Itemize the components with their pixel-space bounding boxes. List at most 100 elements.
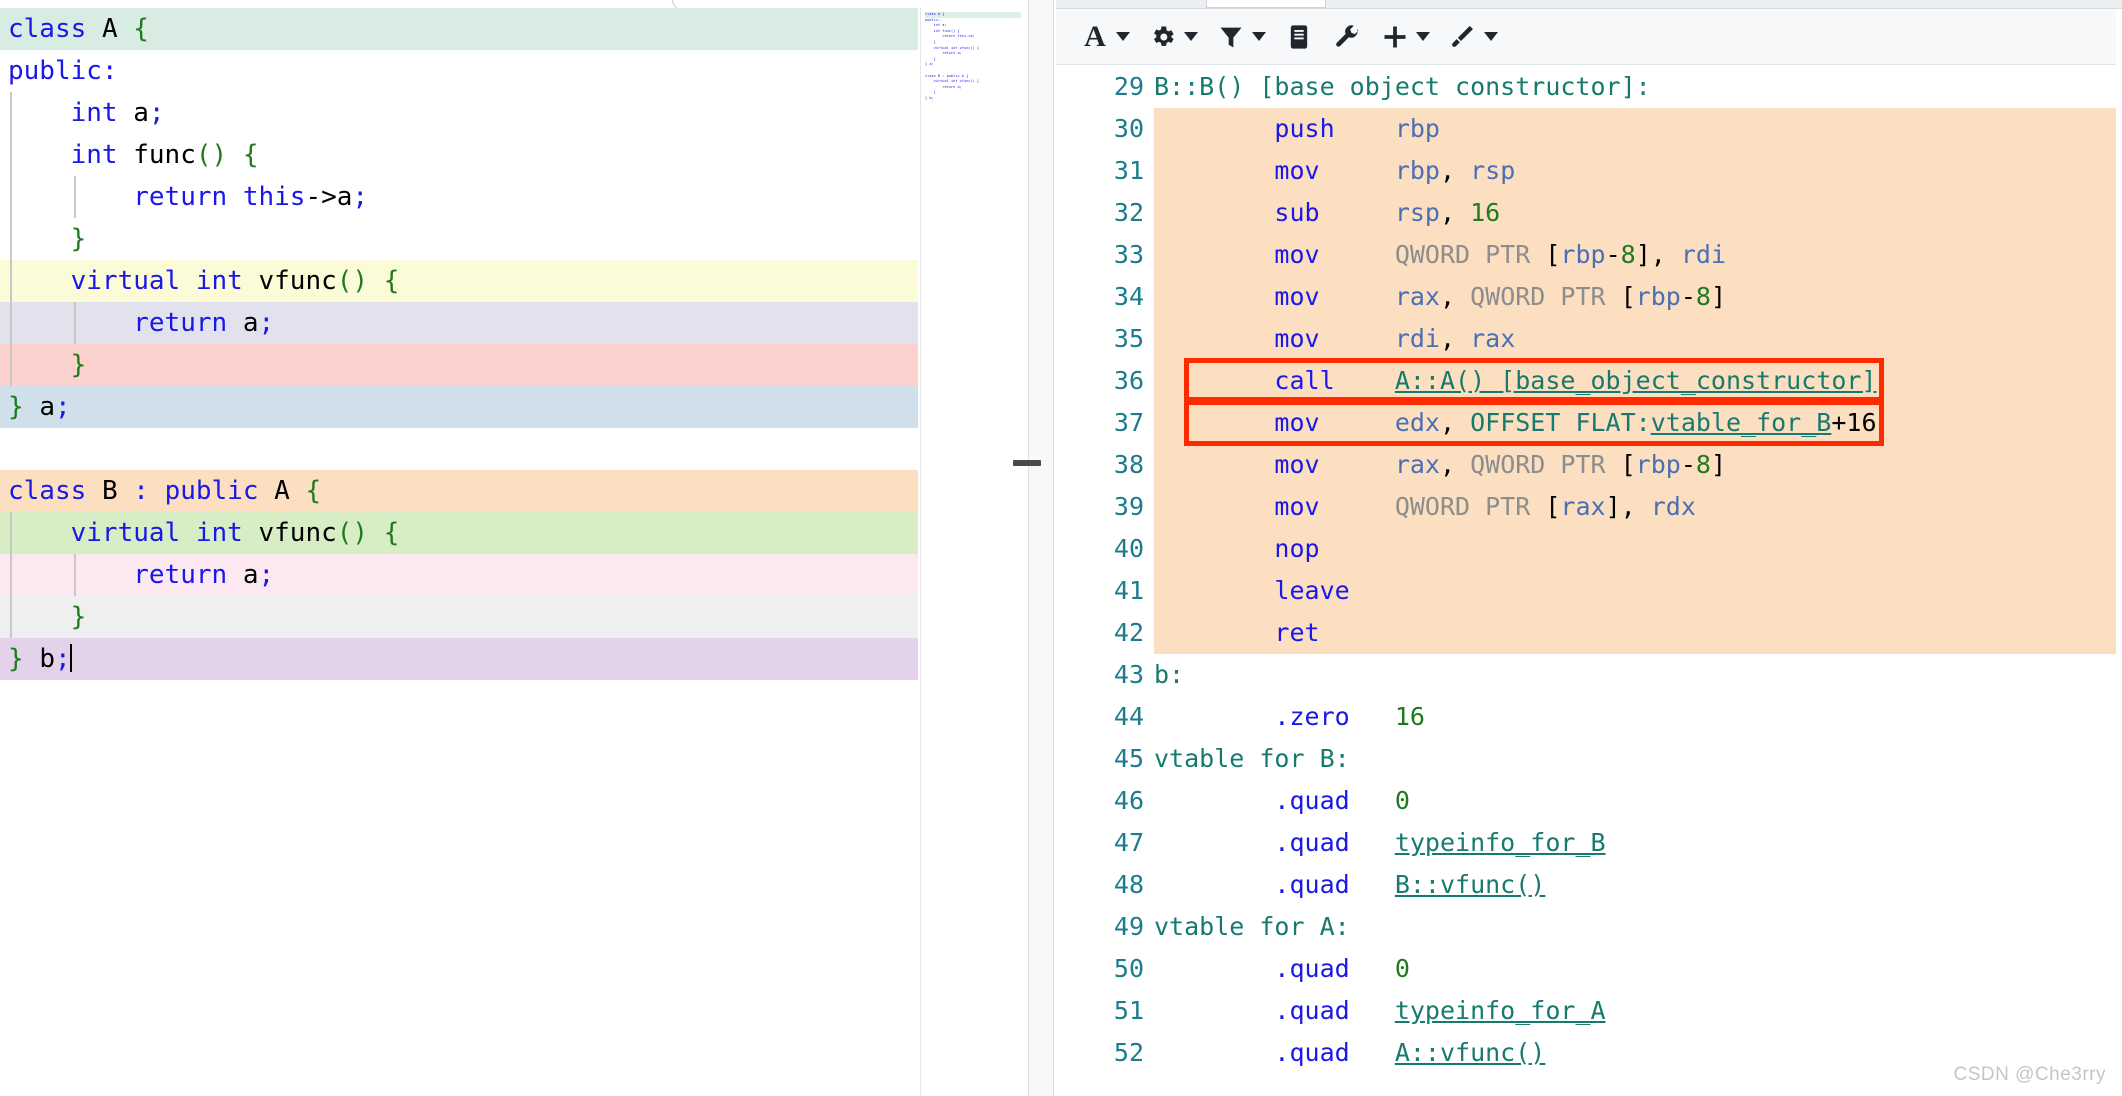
asm-line[interactable]: 40 nop xyxy=(1056,528,2122,570)
asm-token: .quad xyxy=(1154,786,1395,815)
libraries-button[interactable] xyxy=(1276,15,1322,59)
asm-line[interactable]: 44 .zero 16 xyxy=(1056,696,2122,738)
code-line[interactable]: virtual int vfunc() { xyxy=(0,512,918,554)
code-line[interactable]: } xyxy=(0,596,918,638)
asm-token: nop xyxy=(1154,534,1320,563)
chevron-down-icon[interactable] xyxy=(1252,32,1266,41)
asm-token: ], xyxy=(1635,240,1681,269)
asm-line-text: mov QWORD PTR [rbp-8], rdi xyxy=(1154,234,1726,276)
indent-guide xyxy=(10,92,12,134)
code-line[interactable]: return a; xyxy=(0,554,918,596)
splitter-handle[interactable] xyxy=(1013,460,1041,466)
asm-symbol-link[interactable]: A::A() [base_object_constructor] xyxy=(1395,366,1877,395)
code-line-text: return a; xyxy=(133,308,275,338)
asm-token: - xyxy=(1680,282,1696,311)
code-line[interactable]: class A { xyxy=(0,8,918,50)
asm-line[interactable]: 46 .quad 0 xyxy=(1056,780,2122,822)
filter-button[interactable] xyxy=(1208,15,1274,59)
source-code-area[interactable]: class A {public: int a; int func() { ret… xyxy=(0,8,920,1096)
assembly-toolbar: A xyxy=(1056,9,2122,65)
editor-minimap[interactable]: class A {public: int a; int func() { ret… xyxy=(920,8,1028,1096)
tools-button[interactable] xyxy=(1324,15,1370,59)
asm-symbol-link[interactable]: B::vfunc() xyxy=(1395,870,1546,899)
font-size-letter: A xyxy=(1084,19,1106,53)
asm-symbol-link[interactable]: typeinfo_for_B xyxy=(1395,828,1606,857)
asm-line[interactable]: 38 mov rax, QWORD PTR [rbp-8] xyxy=(1056,444,2122,486)
chevron-down-icon[interactable] xyxy=(1416,32,1430,41)
asm-token: vtable for B: xyxy=(1154,744,1350,773)
asm-line[interactable]: 35 mov rdi, rax xyxy=(1056,318,2122,360)
compiler-options-button[interactable] xyxy=(1140,15,1206,59)
asm-line[interactable]: 48 .quad B::vfunc() xyxy=(1056,864,2122,906)
asm-line-text: sub rsp, 16 xyxy=(1154,192,1500,234)
assembly-scrollbar[interactable] xyxy=(2116,9,2122,1096)
asm-line[interactable]: 50 .quad 0 xyxy=(1056,948,2122,990)
brush-icon xyxy=(1448,22,1478,52)
asm-line[interactable]: 36 call A::A() [base_object_constructor] xyxy=(1056,360,2122,402)
asm-line[interactable]: 41 leave xyxy=(1056,570,2122,612)
pane-splitter[interactable] xyxy=(1013,0,1054,1096)
asm-token: .quad xyxy=(1154,954,1395,983)
code-line[interactable]: return this->a; xyxy=(0,176,918,218)
code-line[interactable]: virtual int vfunc() { xyxy=(0,260,918,302)
asm-line-text: mov rbp, rsp xyxy=(1154,150,1515,192)
chevron-down-icon[interactable] xyxy=(1184,32,1198,41)
minimap-content: class A {public: int a; int func() { ret… xyxy=(925,12,1021,102)
asm-line[interactable]: 51 .quad typeinfo_for_A xyxy=(1056,990,2122,1032)
asm-line[interactable]: 29 B::B() [base object constructor]: xyxy=(1056,66,2122,108)
font-size-button[interactable]: A xyxy=(1072,15,1138,59)
asm-line[interactable]: 31 mov rbp, rsp xyxy=(1056,150,2122,192)
asm-line-text: vtable for A: xyxy=(1154,906,1350,948)
asm-line-number: 42 xyxy=(1113,618,1144,647)
asm-token: 8 xyxy=(1620,240,1636,269)
assembly-tab[interactable] xyxy=(1206,0,1326,8)
asm-token: QWORD PTR xyxy=(1470,282,1621,311)
asm-line[interactable]: 49 vtable for A: xyxy=(1056,906,2122,948)
asm-token: .quad xyxy=(1154,870,1395,899)
code-line[interactable]: } b; xyxy=(0,638,918,680)
asm-token: - xyxy=(1605,240,1621,269)
asm-token: push xyxy=(1154,114,1395,143)
asm-token: , xyxy=(1439,324,1471,353)
code-line[interactable]: public: xyxy=(0,50,918,92)
asm-line-number: 44 xyxy=(1113,702,1144,731)
asm-token: [ xyxy=(1620,282,1636,311)
code-line[interactable]: class B : public A { xyxy=(0,470,918,512)
asm-token: , xyxy=(1439,408,1471,437)
asm-line-number: 36 xyxy=(1113,366,1144,395)
code-line[interactable]: } xyxy=(0,218,918,260)
asm-line-text: leave xyxy=(1154,570,1349,612)
code-line[interactable]: } xyxy=(0,344,918,386)
chevron-down-icon[interactable] xyxy=(1484,32,1498,41)
asm-line-number: 48 xyxy=(1113,870,1144,899)
asm-line-text: .zero 16 xyxy=(1154,696,1425,738)
asm-line[interactable]: 45 vtable for B: xyxy=(1056,738,2122,780)
asm-line[interactable]: 30 push rbp xyxy=(1056,108,2122,150)
code-line[interactable]: int a; xyxy=(0,92,918,134)
asm-line[interactable]: 37 mov edx, OFFSET FLAT:vtable_for_B+16 xyxy=(1056,402,2122,444)
code-line[interactable]: int func() { xyxy=(0,134,918,176)
asm-symbol-link[interactable]: typeinfo_for_A xyxy=(1395,996,1606,1025)
assembly-code-listing[interactable]: 29 B::B() [base object constructor]: 30 pu… xyxy=(1056,66,2122,1096)
asm-line[interactable]: 42 ret xyxy=(1056,612,2122,654)
asm-line[interactable]: 33 mov QWORD PTR [rbp-8], rdi xyxy=(1056,234,2122,276)
asm-token: mov xyxy=(1154,450,1395,479)
code-line-text: return this->a; xyxy=(133,182,369,212)
code-line[interactable]: } a; xyxy=(0,386,918,428)
asm-line[interactable]: 34 mov rax, QWORD PTR [rbp-8] xyxy=(1056,276,2122,318)
code-line[interactable]: return a; xyxy=(0,302,918,344)
asm-token: , xyxy=(1439,282,1471,311)
asm-symbol-link[interactable]: vtable_for_B xyxy=(1651,408,1832,437)
code-line[interactable] xyxy=(0,428,918,470)
color-scheme-button[interactable] xyxy=(1440,15,1506,59)
add-pane-button[interactable] xyxy=(1372,15,1438,59)
indent-guide xyxy=(74,302,76,344)
asm-line[interactable]: 43 b: xyxy=(1056,654,2122,696)
asm-line[interactable]: 39 mov QWORD PTR [rax], rdx xyxy=(1056,486,2122,528)
asm-line[interactable]: 32 sub rsp, 16 xyxy=(1056,192,2122,234)
chevron-down-icon[interactable] xyxy=(1116,32,1130,41)
asm-line[interactable]: 47 .quad typeinfo_for_B xyxy=(1056,822,2122,864)
asm-symbol-link[interactable]: A::vfunc() xyxy=(1395,1038,1546,1067)
asm-token: ], xyxy=(1605,492,1651,521)
asm-line-number: 35 xyxy=(1113,324,1144,353)
